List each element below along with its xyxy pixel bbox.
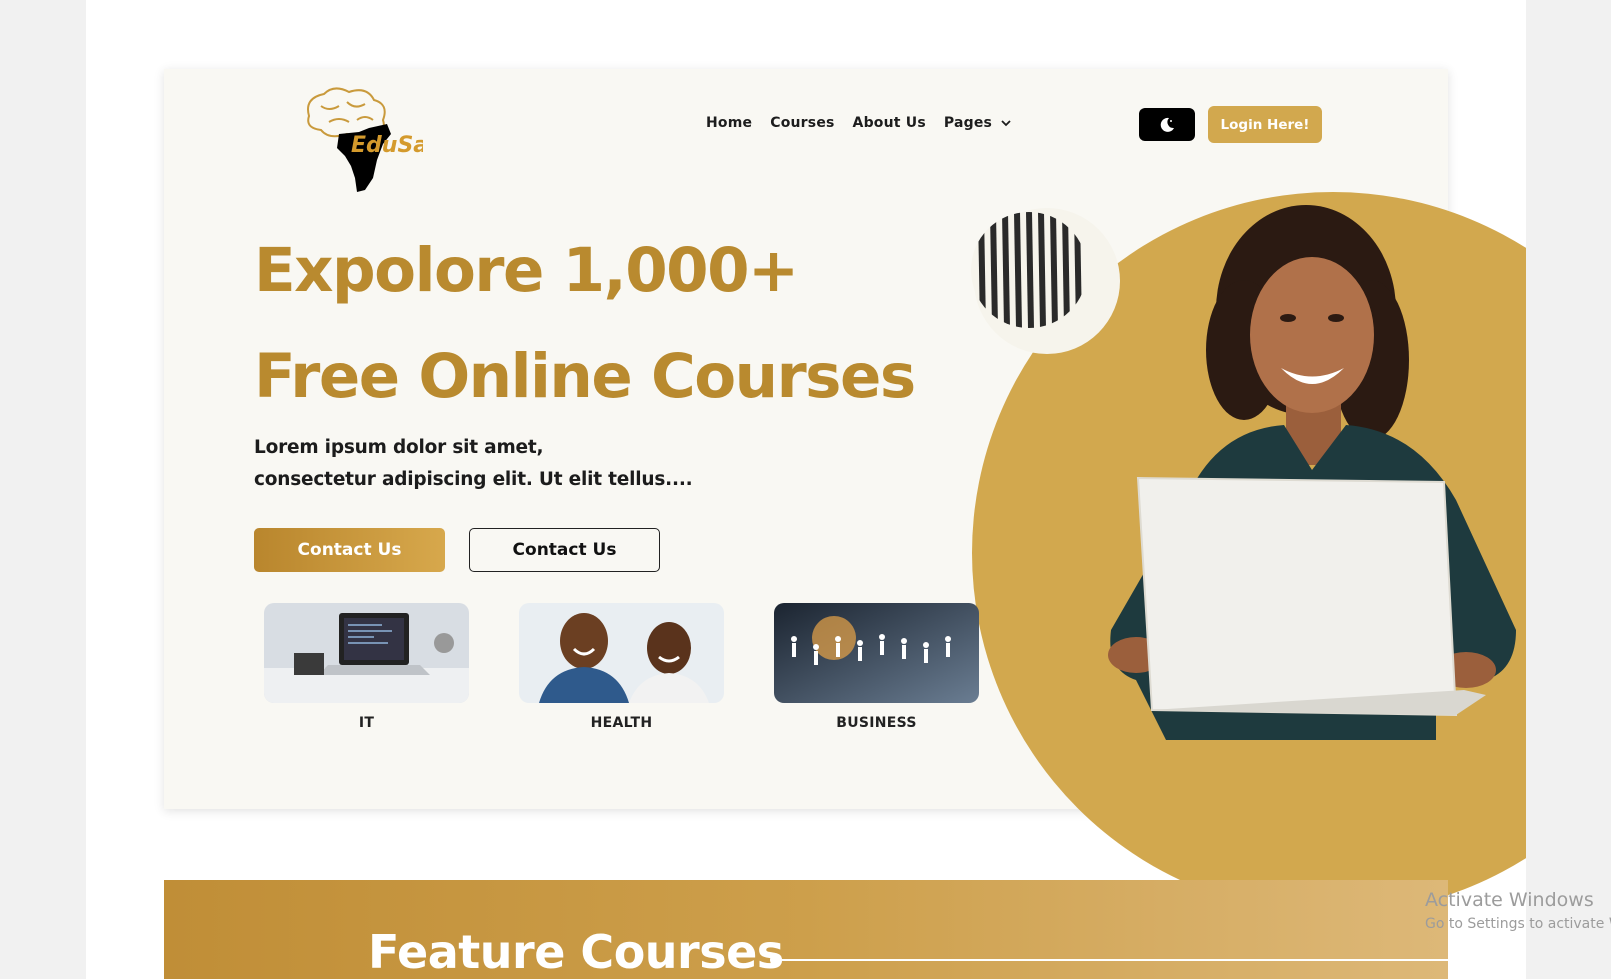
health-thumbnail-image (519, 603, 724, 703)
nav-pages-label[interactable]: Pages (944, 115, 992, 131)
main-nav: Home Courses About Us Pages (706, 115, 1012, 131)
hero-headline-line2: Free Online Courses (254, 341, 916, 412)
feature-courses-banner (164, 880, 1448, 979)
chevron-down-icon (1001, 120, 1011, 127)
hero-subtext: Lorem ipsum dolor sit amet, consectetur … (254, 432, 734, 496)
category-health-label: HEALTH (590, 715, 653, 731)
feature-courses-title: Feature Courses (368, 925, 784, 979)
feature-divider-line (776, 959, 1448, 961)
it-thumbnail-image (264, 603, 469, 703)
dark-mode-toggle[interactable] (1139, 108, 1195, 141)
login-button[interactable]: Login Here! (1208, 106, 1322, 143)
category-business[interactable]: BUSINESS (774, 603, 979, 731)
nav-about-us[interactable]: About Us (853, 115, 926, 131)
nav-courses[interactable]: Courses (770, 115, 834, 131)
category-it[interactable]: IT (264, 603, 469, 731)
business-thumbnail-image (774, 603, 979, 703)
moon-icon (1160, 117, 1174, 132)
category-business-label: BUSINESS (836, 715, 917, 731)
category-health[interactable]: HEALTH (519, 603, 724, 731)
contact-us-outline-button[interactable]: Contact Us (469, 528, 660, 572)
woman-with-laptop-image (1016, 200, 1526, 740)
watermark-line1: Activate Windows (1425, 889, 1594, 911)
nav-home[interactable]: Home (706, 115, 752, 131)
nav-pages-dropdown[interactable]: Pages (944, 115, 1012, 131)
contact-us-primary-button[interactable]: Contact Us (254, 528, 445, 572)
hero-headline-line1: Expolore 1,000+ (254, 235, 799, 306)
hero-subtext-line1: Lorem ipsum dolor sit amet, (254, 437, 544, 458)
windows-activation-watermark: Activate Windows Go to Settings to activ… (1425, 889, 1611, 932)
hero-subtext-line2: consectetur adipiscing elit. Ut elit tel… (254, 469, 693, 490)
feature-divider-dot (770, 954, 782, 966)
logo-text: EduSafe (351, 133, 423, 158)
edusafe-logo[interactable]: EduSafe (299, 86, 453, 196)
category-it-label: IT (358, 715, 375, 731)
watermark-line2: Go to Settings to activate Windows. (1425, 916, 1611, 932)
page-canvas: EduSafe Home Courses About Us Pages Logi… (86, 0, 1526, 979)
